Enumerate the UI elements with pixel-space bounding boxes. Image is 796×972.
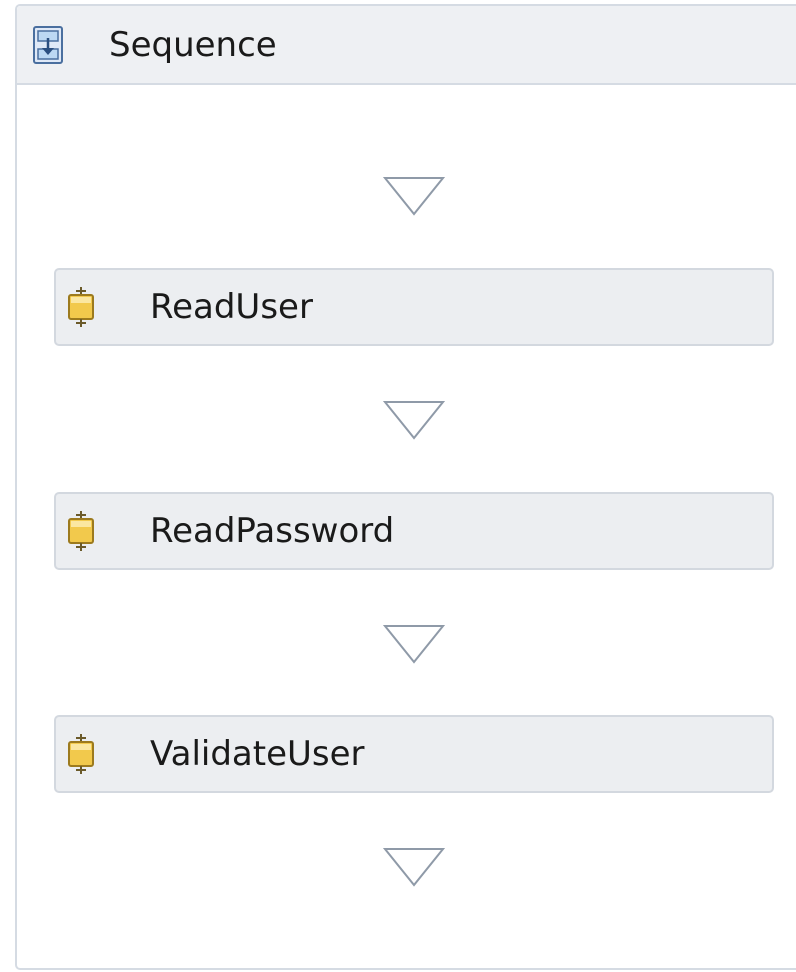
activity-label: ReadUser [150,287,313,327]
activity-read-user[interactable]: ReadUser [54,268,774,346]
drop-arrow-icon[interactable] [383,176,445,216]
drop-arrow-icon[interactable] [383,847,445,887]
activity-icon [68,734,94,774]
activity-read-password[interactable]: ReadPassword [54,492,774,570]
drop-arrow-icon[interactable] [383,624,445,664]
sequence-container[interactable]: Sequence ReadUser ReadPassword ValidateU… [15,4,796,970]
sequence-header[interactable]: Sequence [17,6,796,85]
activity-icon [68,287,94,327]
activity-validate-user[interactable]: ValidateUser [54,715,774,793]
sequence-icon [33,26,63,64]
activity-icon [68,511,94,551]
sequence-title: Sequence [109,25,277,65]
drop-arrow-icon[interactable] [383,400,445,440]
activity-label: ReadPassword [150,511,395,551]
activity-label: ValidateUser [150,734,365,774]
